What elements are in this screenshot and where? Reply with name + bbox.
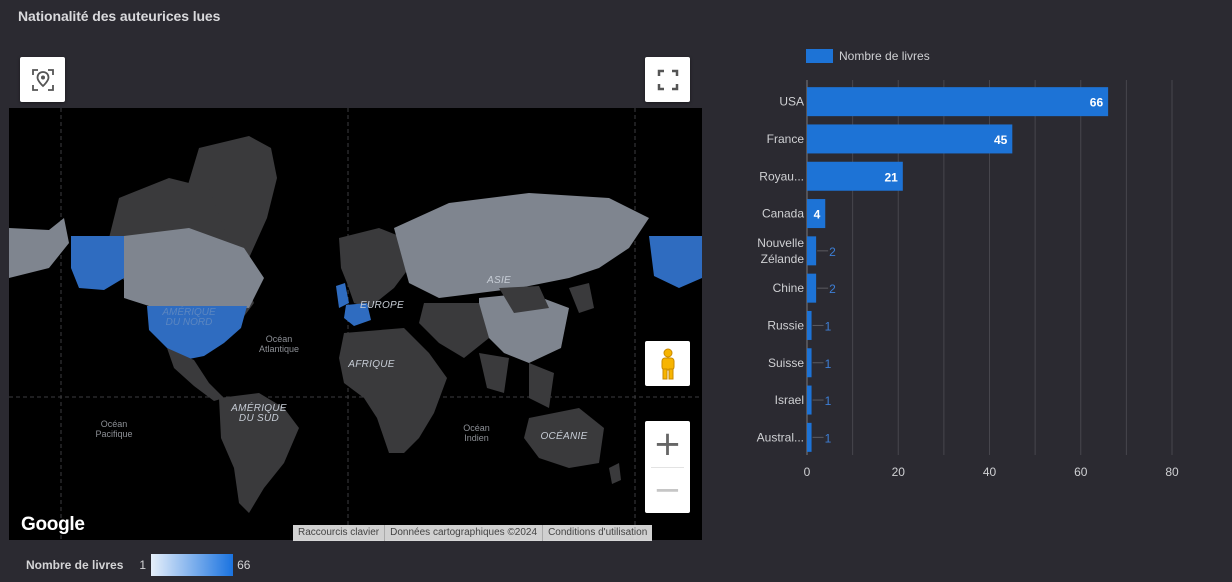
category-label: Chine bbox=[773, 281, 805, 295]
country-usa-alaska bbox=[71, 236, 124, 290]
world-map[interactable] bbox=[9, 108, 702, 540]
location-pin-icon bbox=[31, 68, 54, 91]
category-label: Austral... bbox=[757, 430, 804, 444]
bar-chart-legend: Nombre de livres bbox=[806, 49, 930, 63]
fullscreen-button[interactable] bbox=[645, 57, 690, 102]
map-color-legend: Nombre de livres 1 66 bbox=[26, 554, 250, 576]
legend-label: Nombre de livres bbox=[839, 49, 930, 63]
label-oceanie: OCÉANIE bbox=[540, 431, 588, 442]
category-label: Canada bbox=[762, 207, 804, 221]
map-legend-min: 1 bbox=[139, 558, 147, 572]
north-america-shape bbox=[9, 136, 277, 401]
data-label: 45 bbox=[994, 133, 1008, 147]
data-label: 1 bbox=[825, 431, 832, 445]
country-usa-alaska-wrap bbox=[649, 236, 702, 288]
category-label: Israel bbox=[775, 393, 804, 407]
category-label: Royau... bbox=[759, 169, 804, 183]
category-label: France bbox=[767, 132, 805, 146]
bar bbox=[807, 310, 812, 340]
label-amerique-nord: AMÉRIQUE DU NORD bbox=[162, 307, 216, 328]
label-ocean-indien: Océan Indien bbox=[463, 423, 490, 443]
map-view[interactable]: AMÉRIQUE DU NORD Océan Atlantique EUROPE… bbox=[9, 108, 702, 540]
minus-icon: − bbox=[653, 470, 682, 510]
bar bbox=[807, 236, 817, 266]
bar bbox=[807, 87, 1109, 117]
country-russia bbox=[394, 193, 649, 298]
country-uk bbox=[336, 283, 349, 308]
label-afrique: AFRIQUE bbox=[348, 359, 395, 370]
label-asie: ASIE bbox=[487, 275, 511, 286]
category-label: Suisse bbox=[768, 356, 804, 370]
pegman-icon bbox=[661, 348, 674, 379]
category-label: Nouvelle Zélande bbox=[757, 236, 804, 266]
bar bbox=[807, 273, 817, 303]
plus-icon: + bbox=[653, 424, 682, 464]
map-attribution: Raccourcis clavier Données cartographiqu… bbox=[293, 525, 653, 541]
label-amerique-sud: AMÉRIQUE DU SUD bbox=[231, 403, 287, 424]
x-tick-label: 60 bbox=[1074, 465, 1088, 479]
map-data-text: Données cartographiques ©2024 bbox=[384, 525, 542, 541]
x-tick-label: 20 bbox=[892, 465, 906, 479]
label-europe: EUROPE bbox=[359, 300, 405, 311]
africa-shape bbox=[339, 328, 447, 453]
fullscreen-icon bbox=[657, 69, 678, 90]
x-tick-label: 80 bbox=[1165, 465, 1179, 479]
category-label: Russie bbox=[767, 318, 804, 332]
x-tick-label: 40 bbox=[983, 465, 997, 479]
bar bbox=[807, 422, 812, 452]
map-legend-max: 66 bbox=[237, 558, 251, 572]
zoom-out-button[interactable]: − bbox=[645, 467, 690, 513]
bar bbox=[807, 124, 1013, 154]
label-ocean-atlantique: Océan Atlantique bbox=[258, 334, 300, 354]
map-legend-gradient bbox=[151, 554, 234, 576]
data-label: 21 bbox=[884, 170, 898, 184]
category-label: USA bbox=[779, 95, 804, 109]
data-label: 1 bbox=[825, 357, 832, 371]
google-logo: Google bbox=[21, 514, 85, 535]
street-view-pegman[interactable] bbox=[645, 341, 690, 386]
keyboard-shortcuts-link[interactable]: Raccourcis clavier bbox=[293, 525, 384, 541]
bar bbox=[807, 348, 812, 378]
data-label: 2 bbox=[829, 245, 836, 259]
map-legend-title: Nombre de livres bbox=[26, 558, 124, 572]
bar-chart: 0 20 40 60 80USA 66France 45Royau... 21Canada 4N… bbox=[757, 80, 1179, 479]
data-label: 4 bbox=[814, 208, 821, 222]
legend-swatch bbox=[806, 49, 833, 63]
terms-link[interactable]: Conditions d'utilisation bbox=[542, 525, 652, 541]
zoom-divider bbox=[651, 467, 684, 468]
data-label: 1 bbox=[825, 394, 832, 408]
zoom-in-button[interactable]: + bbox=[645, 421, 690, 467]
zoom-control[interactable]: + − bbox=[645, 421, 690, 513]
label-ocean-pacifique: Océan Pacifique bbox=[95, 419, 133, 439]
geolocate-button[interactable] bbox=[20, 57, 65, 102]
bar bbox=[807, 385, 812, 415]
data-label: 66 bbox=[1090, 96, 1104, 110]
data-label: 2 bbox=[829, 282, 836, 296]
x-tick-label: 0 bbox=[804, 465, 811, 479]
page-title: Nationalité des auteurices lues bbox=[18, 8, 221, 24]
data-label: 1 bbox=[825, 319, 832, 333]
